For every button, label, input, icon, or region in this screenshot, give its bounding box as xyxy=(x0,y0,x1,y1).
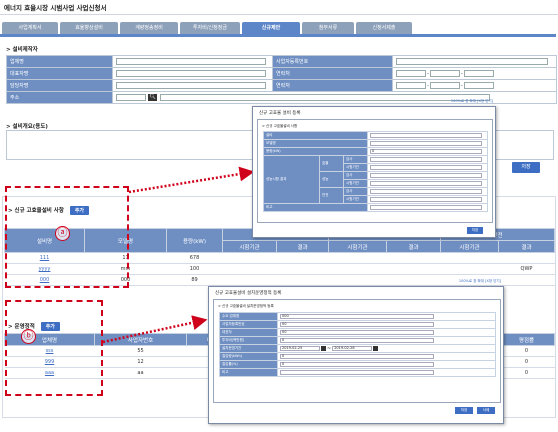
popup-a-note-input[interactable] xyxy=(370,205,483,210)
popup-a-form: 설비 모델명 용량(kW) 0 성능시험 결과 효율 검사 시험기관 성능 검사 … xyxy=(262,131,489,212)
popup-a-model-input[interactable] xyxy=(370,141,483,146)
popup-b-close-link[interactable]: 100%로 창 확대 [X창 닫기] xyxy=(459,279,501,284)
popup-a-safety-label: 안전 xyxy=(319,187,344,204)
equipment-popup: 100%로 창 확대 [X창 닫기] 신규 고효율 설비 등록 > 신규 고효율… xyxy=(252,99,496,238)
popup-a-safety-org-label: 검사 xyxy=(342,187,369,196)
popup-b-save-button[interactable]: 저장 xyxy=(455,407,473,414)
popup-a-safety-org-input[interactable] xyxy=(370,189,483,194)
popup-a-efficiency-label: 효율 xyxy=(319,155,344,172)
popup-b-date-from-input[interactable]: 2019-02-25 xyxy=(280,346,320,351)
popup-a-name-label: 설비 xyxy=(262,131,369,140)
popup-a-safety-result-input[interactable] xyxy=(370,197,483,202)
popup-a-safety-result-label: 시험기관 xyxy=(342,195,369,204)
popup-b-savings-rate-input[interactable]: 0 xyxy=(280,362,434,367)
popup-a-save-button[interactable]: 저장 xyxy=(467,227,483,234)
popup-b-representative-label: 대표자 xyxy=(219,328,278,337)
popup-a-performance-org-label: 검사 xyxy=(342,171,369,180)
operation-popup: 100%로 창 확대 [X창 닫기] 신규 고효율설비 설치운영정적 등록 > … xyxy=(208,279,504,424)
popup-a-note-label: 비고 xyxy=(262,203,369,212)
popup-a-efficiency-result-input[interactable] xyxy=(370,165,483,170)
popup-a-performance-org-input[interactable] xyxy=(370,173,483,178)
popup-a-test-label: 성능시험 결과 xyxy=(263,155,320,204)
annotation-arrow-a xyxy=(128,166,255,194)
popup-b-business-number-label: 사업자등록번호 xyxy=(219,320,278,329)
popup-b-company-input[interactable]: 000 xyxy=(280,314,434,319)
popup-b-date-to-input[interactable]: 2019-02-28 xyxy=(332,346,373,351)
popup-a-performance-result-input[interactable] xyxy=(370,181,483,186)
popup-b-delete-button[interactable]: 삭제 xyxy=(477,407,495,414)
popup-b-period-label: 설치운영기간 xyxy=(219,344,278,353)
popup-a-name-input[interactable] xyxy=(370,133,483,138)
popup-b-investment-input[interactable]: 0 xyxy=(280,338,434,343)
popup-b-note-label: 비고 xyxy=(219,368,278,377)
popup-b-note-input[interactable] xyxy=(280,370,434,375)
popup-a-efficiency-org-label: 검사 xyxy=(342,155,369,164)
annotation-arrow-b xyxy=(102,315,208,344)
popup-b-savings-input[interactable]: 0 xyxy=(280,354,434,359)
popup-a-capacity-input[interactable]: 0 xyxy=(370,149,483,154)
popup-a-performance-label: 성능 xyxy=(319,171,344,188)
popup-b-business-number-input[interactable]: 00 xyxy=(280,322,434,327)
popup-b-investment-label: 투자비(백만원) xyxy=(219,336,278,345)
popup-a-capacity-label: 용량(kW) xyxy=(262,147,369,156)
popup-b-form: 수요 업체명 000 사업자등록번호 00 대표자 00 투자비(백만원) 0 설치운영… xyxy=(219,312,496,377)
popup-a-close-link[interactable]: 100%로 창 확대 [X창 닫기] xyxy=(451,99,493,104)
popup-a-performance-result-label: 시험기관 xyxy=(342,179,369,188)
popup-a-subheading: > 신규 고효율설비 사항 xyxy=(262,124,298,128)
popup-b-title: 신규 고효율설비 설치운영정적 등록 xyxy=(215,291,282,296)
popup-a-efficiency-org-input[interactable] xyxy=(370,157,483,162)
popup-b-company-label: 수요 업체명 xyxy=(219,312,278,321)
popup-a-title: 신규 고효율 설비 등록 xyxy=(259,111,301,116)
calendar-icon[interactable] xyxy=(321,346,326,351)
calendar-icon[interactable] xyxy=(373,346,379,351)
popup-b-savings-label: 절감량(kWh) xyxy=(219,352,278,361)
popup-b-representative-input[interactable]: 00 xyxy=(280,330,434,335)
popup-b-subheading: > 신규 고효율설비 설치운영정적 등록 xyxy=(218,304,274,308)
popup-a-efficiency-result-label: 시험기관 xyxy=(342,163,369,172)
popup-b-savings-rate-label: 절감률(%) xyxy=(219,360,278,369)
popup-a-model-label: 모델명 xyxy=(262,139,369,148)
